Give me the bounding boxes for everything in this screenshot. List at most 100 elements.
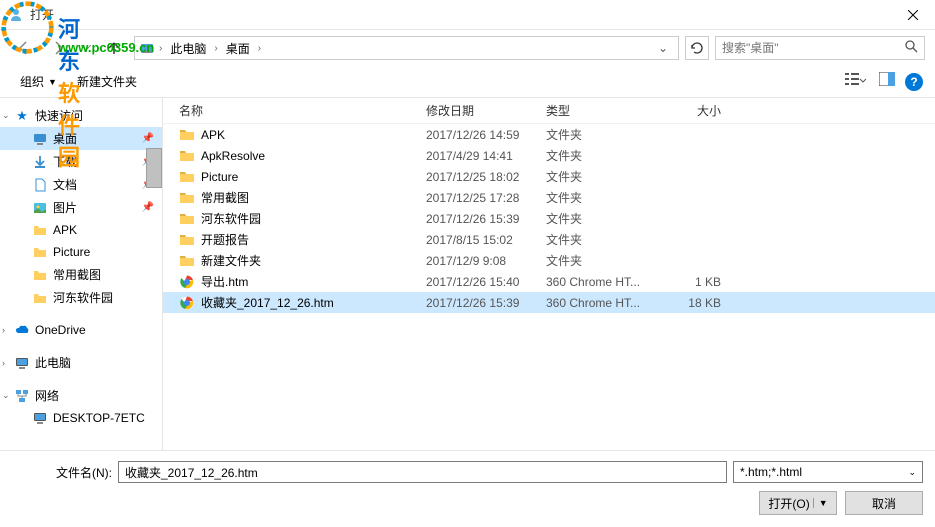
sidebar-screenshots[interactable]: 常用截图 [0,263,162,286]
folder-icon [32,244,48,260]
file-name: 开题报告 [201,231,249,248]
cancel-button[interactable]: 取消 [845,491,923,515]
help-icon[interactable]: ? [905,73,923,91]
bottom-panel: 文件名(N): *.htm;*.html ⌄ 打开(O) ▼ 取消 [0,450,935,525]
new-folder-label: 新建文件夹 [77,73,137,90]
file-date: 2017/12/25 17:28 [426,191,546,205]
file-size: 18 KB [661,296,741,310]
sidebar-item-label: 网络 [35,387,59,404]
file-type: 文件夹 [546,168,661,185]
file-name: 收藏夹_2017_12_26.htm [201,294,334,311]
close-button[interactable] [890,0,935,30]
column-name[interactable]: 名称 [171,102,426,119]
sidebar-item-label: 文档 [53,176,77,193]
filter-dropdown[interactable]: *.htm;*.html ⌄ [733,461,923,483]
sidebar-item-label: 河东软件园 [53,289,113,306]
sidebar-item-label: 此电脑 [35,354,71,371]
file-name: APK [201,128,225,142]
folder-icon [32,290,48,306]
folder-icon [179,232,195,248]
sidebar-onedrive[interactable]: › OneDrive [0,319,162,341]
sidebar-this-pc[interactable]: › 此电脑 [0,351,162,374]
file-name: 导出.htm [201,273,248,290]
new-folder-button[interactable]: 新建文件夹 [69,69,145,94]
address-bar[interactable]: › 此电脑 › 桌面 › ⌄ [134,36,679,60]
file-row[interactable]: ApkResolve2017/4/29 14:41文件夹 [163,145,935,166]
folder-icon [179,211,195,227]
sidebar-item-label: 快速访问 [35,107,83,124]
sidebar-item-label: Picture [53,245,90,259]
preview-pane-icon[interactable] [877,70,897,93]
pc-icon [14,355,30,371]
folder-icon [179,148,195,164]
file-row[interactable]: 开题报告2017/8/15 15:02文件夹 [163,229,935,250]
column-date[interactable]: 修改日期 [426,102,546,119]
forward-button[interactable] [44,34,72,62]
scrollbar-thumb[interactable] [146,148,162,188]
star-icon: ★ [14,108,30,124]
up-button[interactable] [100,34,128,62]
file-row[interactable]: APK 2017/12/26 14:59文件夹 [163,124,935,145]
file-row[interactable]: 导出.htm2017/12/26 15:40360 Chrome HT...1 … [163,271,935,292]
file-date: 2017/12/26 15:39 [426,296,546,310]
network-icon [14,388,30,404]
search-icon[interactable] [904,39,918,58]
folder-icon [179,253,195,269]
sidebar-desktop-pc[interactable]: DESKTOP-7ETC [0,407,162,429]
breadcrumb-item[interactable]: 此电脑 [166,40,210,57]
organize-label: 组织 [20,73,44,90]
open-button[interactable]: 打开(O) ▼ [759,491,837,515]
file-type: 文件夹 [546,126,661,143]
file-name: 常用截图 [201,189,249,206]
breadcrumb-separator: › [214,43,217,54]
file-row[interactable]: 常用截图 2017/12/25 17:28文件夹 [163,187,935,208]
chevron-right-icon: › [2,325,5,335]
back-button[interactable] [10,34,38,62]
file-date: 2017/4/29 14:41 [426,149,546,163]
sidebar-item-label: OneDrive [35,323,86,337]
chevron-down-icon: ⌄ [908,467,916,478]
chevron-down-icon: ⌄ [2,110,10,121]
sidebar-hedong[interactable]: 河东软件园 [0,286,162,309]
sidebar-picture-en[interactable]: Picture [0,241,162,263]
file-type: 文件夹 [546,252,661,269]
sidebar-quick-access[interactable]: ⌄ ★ 快速访问 [0,104,162,127]
refresh-button[interactable] [685,36,709,60]
file-name: 河东软件园 [201,210,261,227]
sidebar-apk[interactable]: APK [0,219,162,241]
file-row[interactable]: 新建文件夹2017/12/9 9:08文件夹 [163,250,935,271]
open-button-label: 打开(O) [768,495,809,512]
window-title: 打开 [30,6,54,23]
file-date: 2017/12/25 18:02 [426,170,546,184]
download-icon [32,154,48,170]
pin-icon: 📌 [142,133,158,144]
column-size[interactable]: 大小 [661,102,741,119]
file-type: 文件夹 [546,189,661,206]
sidebar-desktop[interactable]: 桌面 📌 [0,127,162,150]
cloud-icon [14,322,30,338]
file-type: 360 Chrome HT... [546,296,661,310]
chrome-icon [179,295,195,311]
column-type[interactable]: 类型 [546,102,661,119]
view-options-icon[interactable] [843,70,869,93]
sidebar-item-label: 图片 [53,199,77,216]
recent-dropdown[interactable] [78,34,94,62]
file-row[interactable]: 收藏夹_2017_12_26.htm 2017/12/26 15:39360 Ch… [163,292,935,313]
sidebar-documents[interactable]: 文档 📌 [0,173,162,196]
folder-icon [179,169,195,185]
breadcrumb-item[interactable]: 桌面 [222,40,254,57]
file-row[interactable]: 河东软件园2017/12/26 15:39文件夹 [163,208,935,229]
sidebar-network[interactable]: ⌄ 网络 [0,384,162,407]
search-input[interactable] [722,41,904,55]
sidebar-pictures[interactable]: 图片 📌 [0,196,162,219]
file-date: 2017/12/26 15:40 [426,275,546,289]
file-date: 2017/12/26 14:59 [426,128,546,142]
sidebar-item-label: APK [53,223,77,237]
address-dropdown[interactable]: ⌄ [652,41,674,55]
file-row[interactable]: Picture2017/12/25 18:02文件夹 [163,166,935,187]
search-box[interactable] [715,36,925,60]
organize-button[interactable]: 组织 ▼ [12,69,65,94]
sidebar-downloads[interactable]: 下载 📌 [0,150,162,173]
folder-icon [32,267,48,283]
filename-input[interactable] [118,461,727,483]
